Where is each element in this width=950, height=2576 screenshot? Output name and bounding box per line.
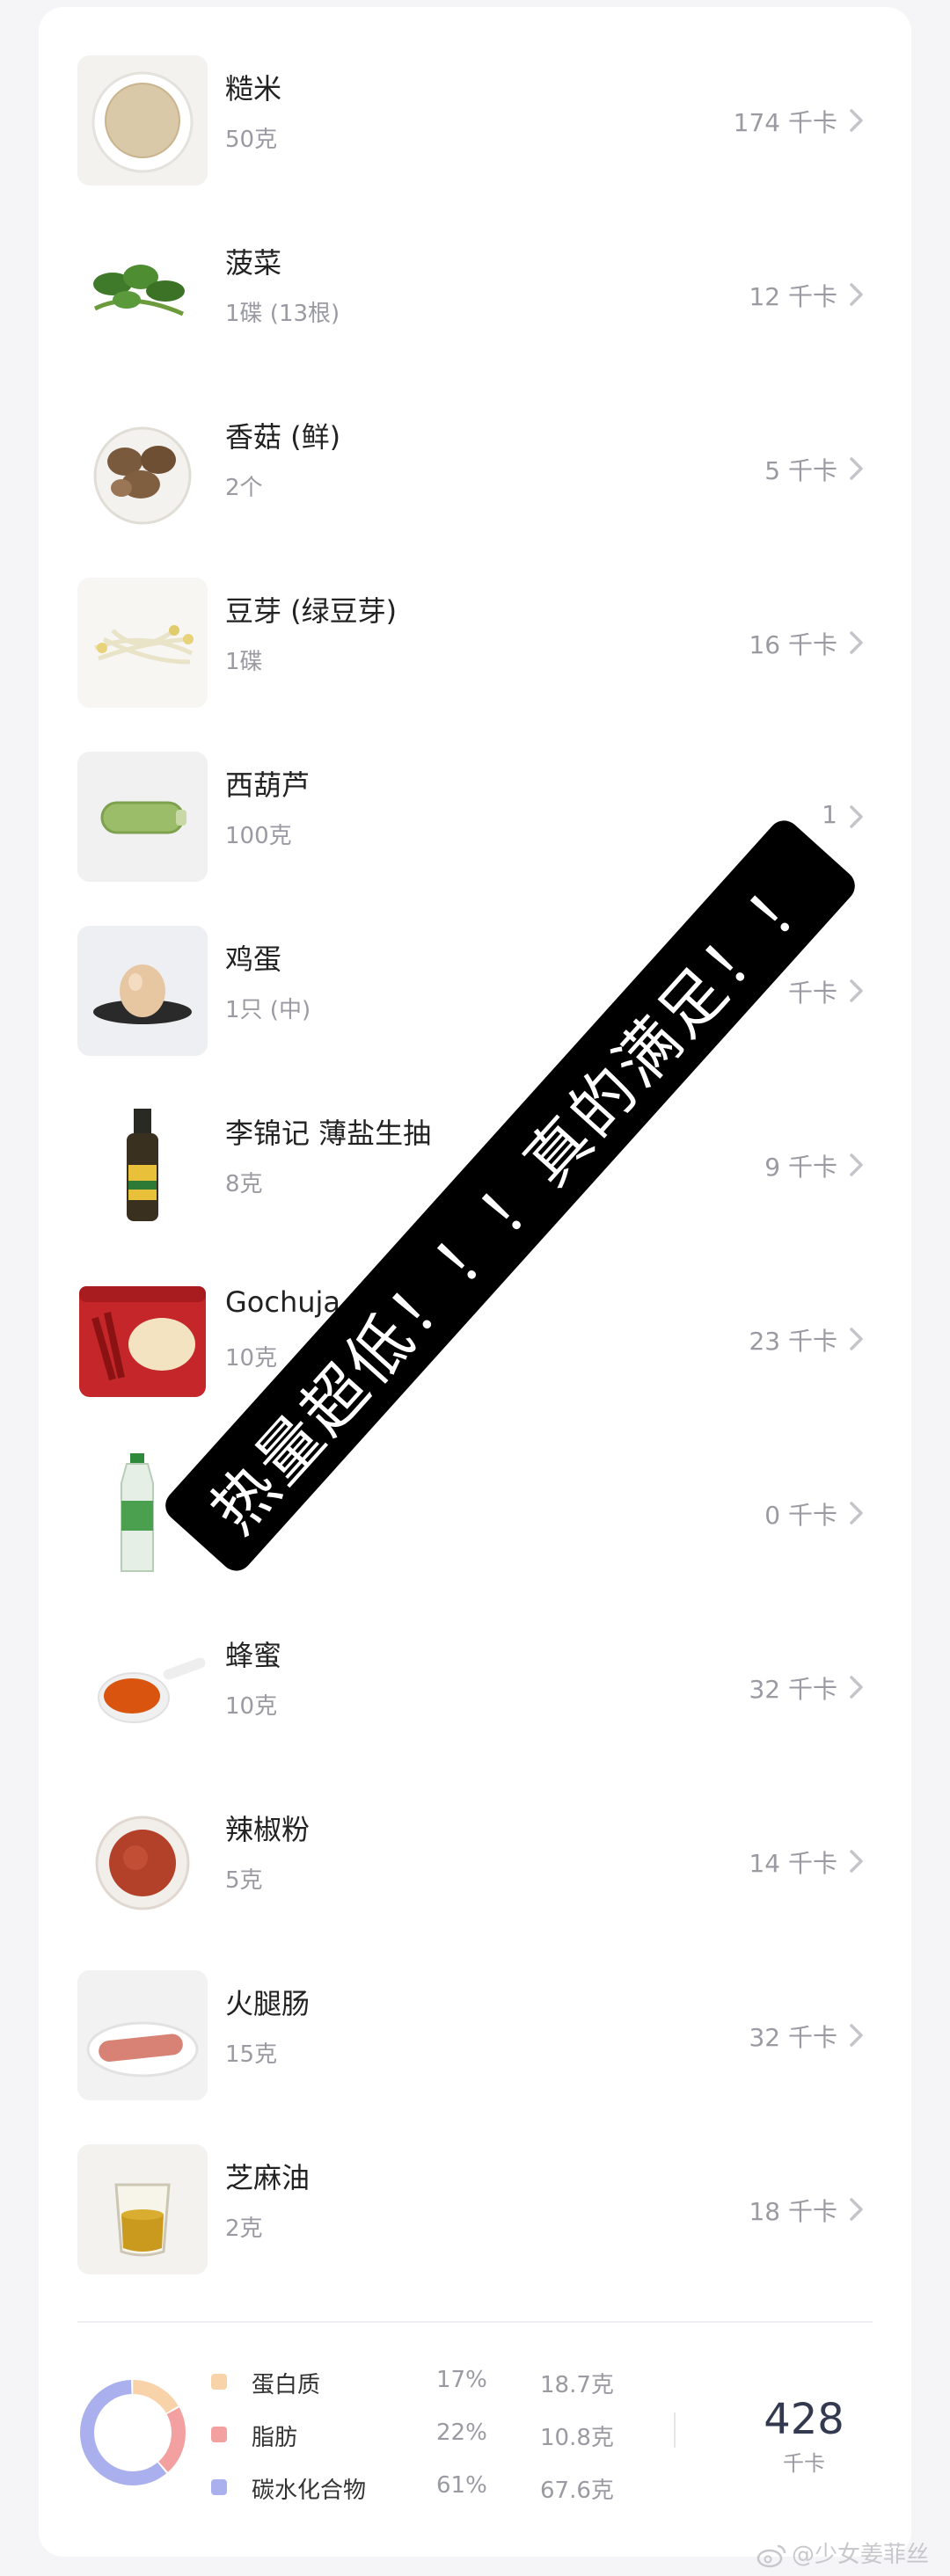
food-item-row[interactable]: 糙米 50克 174 千卡 [39, 33, 911, 207]
food-name: 菠菜 [225, 246, 282, 280]
food-calories: 23 千卡 [749, 1327, 837, 1356]
macro-donut-chart [80, 2380, 186, 2485]
food-amount: 5克 [225, 1867, 263, 1894]
food-calories: 千卡 [787, 979, 837, 1008]
macro-grams: 18.7克 [540, 2372, 614, 2398]
total-calories: 428 千卡 [742, 2395, 866, 2477]
brown-rice-icon [77, 55, 208, 186]
food-item-row[interactable]: 香菇 (鲜) 2个 5 千卡 [39, 382, 911, 556]
food-calories: 14 千卡 [749, 1849, 837, 1878]
food-amount: 10克 [225, 1693, 278, 1720]
macro-name: 蛋白质 [252, 2372, 321, 2398]
macro-name: 碳水化合物 [252, 2478, 367, 2504]
food-calories: 32 千卡 [749, 1675, 837, 1704]
food-item-row[interactable]: 芝麻油 2克 18 千卡 [39, 2122, 911, 2296]
egg-icon [77, 926, 208, 1056]
zucchini-icon [77, 752, 208, 882]
food-item-row[interactable]: 豆芽 (绿豆芽) 1碟 16 千卡 [39, 556, 911, 730]
food-calories: 12 千卡 [749, 282, 837, 311]
food-calories: 5 千卡 [764, 456, 837, 485]
bean-sprout-icon [77, 578, 208, 708]
food-amount: 1碟 (13根) [225, 301, 340, 327]
food-item-row[interactable]: 菠菜 1碟 (13根) 12 千卡 [39, 207, 911, 382]
macro-grams: 67.6克 [540, 2478, 614, 2504]
mushroom-icon [77, 404, 208, 534]
sesame-oil-icon [77, 2144, 208, 2274]
total-calories-unit: 千卡 [783, 2451, 825, 2476]
nutrition-summary: 蛋白质 17% 18.7克 脂肪 22% 10.8克 碳水化合物 61% 67.… [39, 2328, 911, 2548]
food-amount: 1碟 [225, 649, 263, 675]
chevron-right-icon [850, 2198, 863, 2221]
food-name: Gochuja [225, 1285, 341, 1319]
macro-name: 脂肪 [252, 2425, 298, 2451]
chevron-right-icon [850, 631, 863, 654]
carbs-color-dot [211, 2479, 227, 2495]
food-amount: 50克 [225, 127, 278, 153]
food-amount: 15克 [225, 2041, 278, 2068]
food-list: 糙米 50克 174 千卡菠菜 1碟 (13根) 12 千卡香菇 (鲜) 2个 5 千卡豆芽… [39, 7, 911, 2296]
macro-percent: 61% [436, 2472, 487, 2499]
food-name: 蜂蜜 [225, 1639, 282, 1672]
chevron-right-icon [850, 979, 863, 1002]
food-amount: 2克 [225, 2216, 263, 2242]
chevron-right-icon [850, 1850, 863, 1873]
watermark-text: @少女姜菲丝 [791, 2542, 929, 2568]
honey-icon [77, 1622, 208, 1752]
chevron-right-icon [850, 109, 863, 132]
macro-grams: 10.8克 [540, 2425, 614, 2451]
macro-row-carbs: 碳水化合物 61% 67.6克 [211, 2469, 669, 2504]
food-calories: 174 千卡 [733, 108, 837, 137]
chevron-right-icon [850, 1328, 863, 1350]
food-amount: 1只 (中) [225, 997, 311, 1023]
food-calories: 16 千卡 [749, 630, 837, 659]
total-calories-value: 428 [764, 2395, 844, 2444]
food-name: 芝麻油 [225, 2161, 311, 2194]
summary-divider [77, 2321, 873, 2323]
weibo-icon [756, 2544, 786, 2567]
food-calories: 0 千卡 [764, 1501, 837, 1530]
food-item-row[interactable]: 辣椒粉 5克 14 千卡 [39, 1774, 911, 1948]
food-name: 香菇 (鲜) [225, 420, 341, 454]
fat-color-dot [211, 2427, 227, 2442]
protein-color-dot [211, 2374, 227, 2390]
food-name: 西葫芦 [225, 768, 311, 802]
chevron-right-icon [850, 457, 863, 480]
food-name: 辣椒粉 [225, 1813, 311, 1846]
chevron-right-icon [850, 1676, 863, 1699]
food-name: 糙米 [225, 72, 282, 106]
chevron-right-icon [850, 283, 863, 306]
food-name: 豆芽 (绿豆芽) [225, 594, 398, 628]
food-item-row[interactable]: 火腿肠 15克 32 千卡 [39, 1948, 911, 2122]
chevron-right-icon [850, 1502, 863, 1524]
food-amount: 2个 [225, 475, 263, 501]
food-amount: 8克 [225, 1171, 263, 1197]
chevron-right-icon [850, 2024, 863, 2047]
food-calories: 1 [822, 800, 837, 829]
chili-powder-icon [77, 1796, 208, 1926]
food-calories: 18 千卡 [749, 2197, 837, 2226]
food-calories: 9 千卡 [764, 1153, 837, 1182]
macro-row-fat: 脂肪 22% 10.8克 [211, 2416, 669, 2451]
food-name: 李锦记 薄盐生抽 [225, 1117, 432, 1150]
weibo-watermark: @少女姜菲丝 [756, 2536, 929, 2569]
food-name: 鸡蛋 [225, 942, 282, 976]
chevron-right-icon [850, 805, 863, 828]
macro-percent: 17% [436, 2367, 487, 2393]
gochujang-icon [77, 1274, 208, 1404]
spinach-icon [77, 229, 208, 360]
macro-percent: 22% [436, 2420, 487, 2446]
food-item-row[interactable]: 蜂蜜 10克 32 千卡 [39, 1600, 911, 1774]
food-name: 火腿肠 [225, 1987, 311, 2020]
soy-sauce-icon [77, 1100, 208, 1230]
chevron-right-icon [850, 1153, 863, 1176]
food-amount: 10克 [225, 1345, 278, 1372]
sausage-icon [77, 1970, 208, 2100]
macro-row-protein: 蛋白质 17% 18.7克 [211, 2363, 669, 2398]
summary-separator [674, 2412, 676, 2448]
food-amount: 100克 [225, 823, 292, 849]
food-calories: 32 千卡 [749, 2023, 837, 2052]
